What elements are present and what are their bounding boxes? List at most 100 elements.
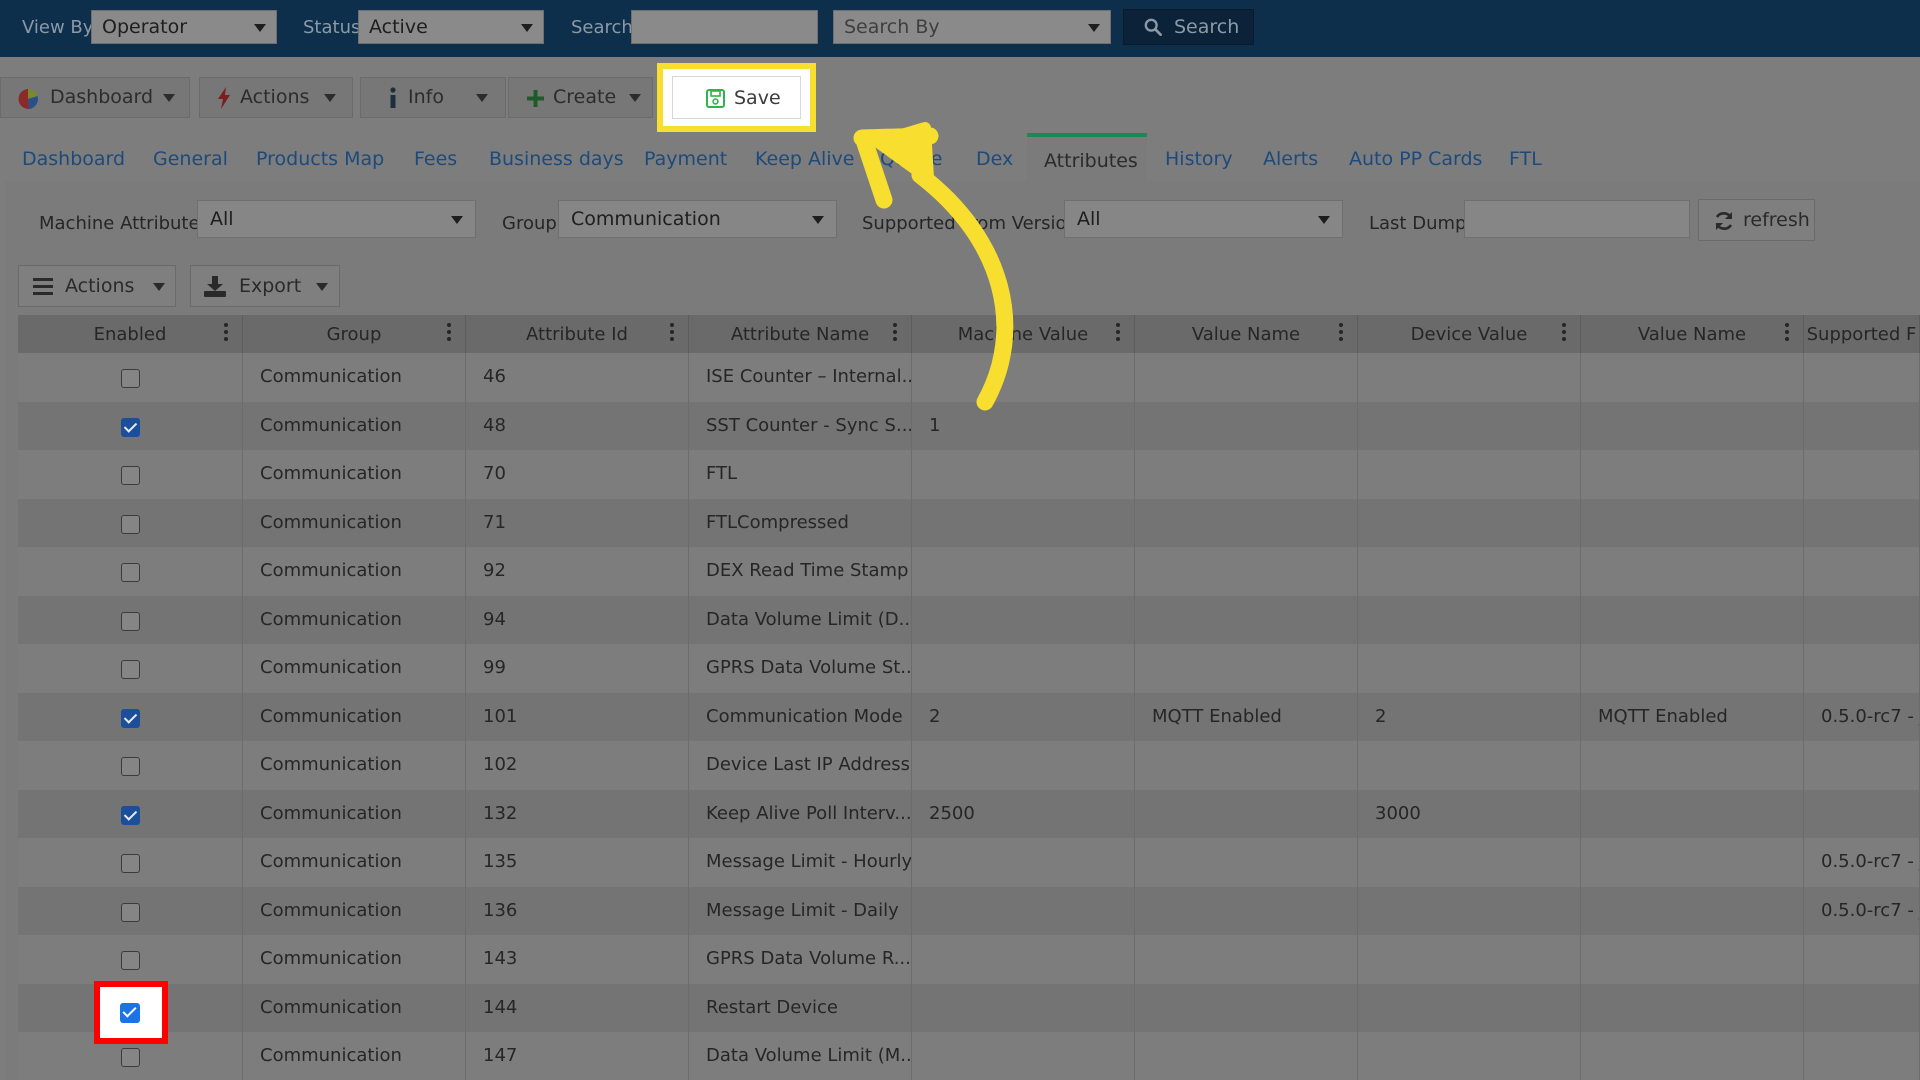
tab-business-days[interactable]: Business days (489, 148, 624, 170)
enabled-checkbox[interactable] (121, 951, 140, 970)
tab-general[interactable]: General (153, 148, 228, 170)
table-row[interactable]: Communication 135 Message Limit - Hourly 0.… (18, 838, 1920, 887)
group-select[interactable]: Communication (558, 200, 837, 238)
refresh-button[interactable]: refresh (1698, 199, 1815, 241)
tab-ftl[interactable]: FTL (1509, 148, 1542, 170)
enabled-checkbox[interactable] (121, 514, 140, 534)
info-menu-button[interactable]: Info (360, 77, 506, 118)
actions-menu-button[interactable]: Actions (199, 77, 353, 118)
enabled-checkbox[interactable] (121, 708, 140, 728)
col-supported-from (1804, 353, 1920, 402)
col-enabled[interactable] (18, 498, 243, 547)
column-header-label: Enabled (93, 324, 167, 345)
tab-fees[interactable]: Fees (414, 148, 457, 170)
enabled-checkbox[interactable] (121, 611, 140, 631)
table-row[interactable]: Communication 46 ISE Counter – Internal... (18, 353, 1920, 402)
column-header-supported-from[interactable]: Supported F (1804, 315, 1920, 353)
col-enabled[interactable] (18, 644, 243, 693)
column-menu-icon[interactable] (447, 323, 451, 343)
column-header-machine-value[interactable]: Machine Value (912, 315, 1135, 353)
table-row[interactable]: Communication 136 Message Limit - Daily 0.5… (18, 886, 1920, 935)
column-header-device-value-name[interactable]: Value Name (1581, 315, 1804, 353)
actions-menu-label: Actions (240, 86, 310, 108)
column-menu-icon[interactable] (1562, 323, 1566, 343)
table-row[interactable]: Communication 143 GPRS Data Volume R... (18, 935, 1920, 984)
col-supported-from (1804, 401, 1920, 450)
col-group: Communication (243, 935, 466, 984)
dashboard-menu-button[interactable]: Dashboard (0, 77, 190, 118)
table-row[interactable]: Communication 71 FTLCompressed (18, 498, 1920, 547)
machine-attributes-select[interactable]: All (197, 200, 476, 238)
column-menu-icon[interactable] (1339, 323, 1343, 343)
table-row[interactable]: Communication 132 Keep Alive Poll Interv..… (18, 789, 1920, 838)
search-input[interactable] (631, 10, 818, 44)
enabled-checkbox[interactable] (121, 902, 140, 922)
tab-alerts[interactable]: Alerts (1263, 148, 1318, 170)
table-row[interactable]: Communication 102 Device Last IP Address (18, 741, 1920, 790)
table-row[interactable]: Communication 48 SST Counter - Sync S... 1 (18, 401, 1920, 450)
supported-from-version-select[interactable]: All (1064, 200, 1343, 238)
table-row[interactable]: Communication 70 FTL (18, 450, 1920, 499)
col-enabled[interactable] (18, 789, 243, 838)
last-dump-field[interactable] (1464, 200, 1690, 238)
table-row[interactable]: Communication 101 Communication Mode 2 MQTT … (18, 692, 1920, 741)
col-device-value-name (1581, 498, 1804, 547)
col-enabled[interactable] (18, 692, 243, 741)
grid-actions-button[interactable]: Actions (18, 265, 176, 307)
column-menu-icon[interactable] (1785, 323, 1789, 343)
col-enabled[interactable] (18, 595, 243, 644)
view-by-select[interactable]: Operator (91, 10, 277, 44)
col-enabled[interactable] (18, 886, 243, 935)
col-enabled[interactable] (18, 838, 243, 887)
export-button[interactable]: Export (190, 265, 340, 307)
col-enabled[interactable] (18, 401, 243, 450)
column-menu-icon[interactable] (1116, 323, 1120, 343)
status-select[interactable]: Active (358, 10, 544, 44)
column-header-enabled[interactable]: Enabled (18, 315, 243, 353)
table-row[interactable]: Communication 92 DEX Read Time Stamp (18, 547, 1920, 596)
search-by-select[interactable]: Search By (833, 10, 1111, 44)
enabled-checkbox[interactable] (121, 563, 140, 582)
col-enabled[interactable] (18, 450, 243, 499)
save-button[interactable]: Save (672, 76, 801, 119)
table-row[interactable]: Communication 144 Restart Device (18, 983, 1920, 1032)
col-enabled[interactable] (18, 547, 243, 596)
col-enabled[interactable] (18, 353, 243, 402)
enabled-checkbox-restart-device[interactable] (120, 1003, 140, 1023)
enabled-checkbox[interactable] (121, 1048, 140, 1067)
col-enabled[interactable] (18, 935, 243, 984)
enabled-checkbox[interactable] (121, 369, 140, 388)
search-button[interactable]: Search (1123, 9, 1254, 45)
tab-products-map[interactable]: Products Map (256, 148, 384, 170)
column-header-device-value[interactable]: Device Value (1358, 315, 1581, 353)
col-enabled[interactable] (18, 741, 243, 790)
tab-keep-alive[interactable]: Keep Alive (755, 148, 854, 170)
column-menu-icon[interactable] (670, 323, 674, 343)
tab-dex[interactable]: Dex (976, 148, 1013, 170)
tab-dashboard[interactable]: Dashboard (22, 148, 125, 170)
enabled-checkbox[interactable] (121, 805, 140, 825)
enabled-checkbox[interactable] (121, 466, 140, 485)
col-value-name (1135, 935, 1358, 984)
column-header-group[interactable]: Group (243, 315, 466, 353)
search-icon (1144, 18, 1162, 36)
column-header-attribute-id[interactable]: Attribute Id (466, 315, 689, 353)
tab-auto-pp-cards[interactable]: Auto PP Cards (1349, 148, 1482, 170)
column-menu-icon[interactable] (224, 323, 228, 343)
tab-history[interactable]: History (1165, 148, 1233, 170)
chevron-down-icon (316, 283, 328, 291)
column-menu-icon[interactable] (893, 323, 897, 343)
tab-attributes[interactable]: Attributes (1027, 133, 1147, 181)
tab-payment[interactable]: Payment (644, 148, 727, 170)
table-row[interactable]: Communication 147 Data Volume Limit (M... (18, 1032, 1920, 1080)
column-header-value-name[interactable]: Value Name (1135, 315, 1358, 353)
tab-queue[interactable]: Queue (880, 148, 942, 170)
enabled-checkbox[interactable] (121, 757, 140, 776)
enabled-checkbox[interactable] (121, 660, 140, 679)
enabled-checkbox[interactable] (121, 854, 140, 873)
table-row[interactable]: Communication 94 Data Volume Limit (D... (18, 595, 1920, 644)
create-menu-button[interactable]: Create (508, 77, 653, 118)
enabled-checkbox[interactable] (121, 417, 140, 437)
column-header-attribute-name[interactable]: Attribute Name (689, 315, 912, 353)
table-row[interactable]: Communication 99 GPRS Data Volume St... (18, 644, 1920, 693)
